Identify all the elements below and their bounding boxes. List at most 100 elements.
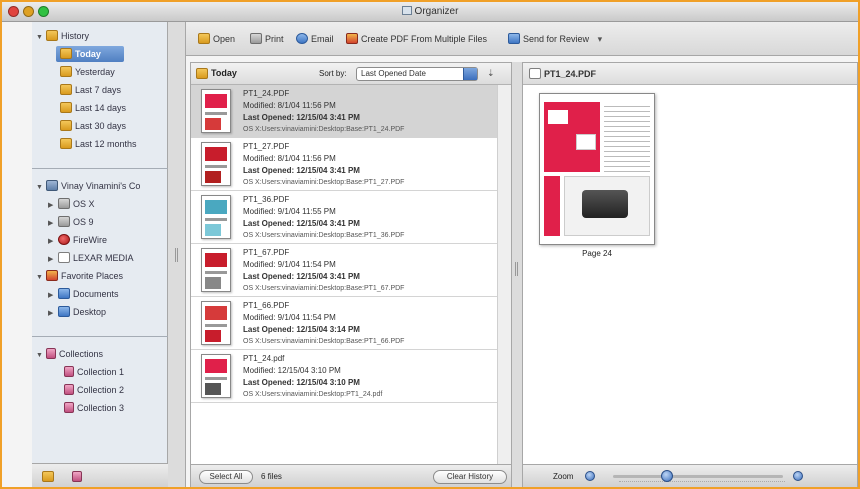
folder-icon xyxy=(60,102,72,113)
sidebar-item-lexar-media[interactable]: ▶ LEXAR MEDIA xyxy=(48,250,134,266)
sidebar-item-last-7-days[interactable]: Last 7 days xyxy=(60,82,121,98)
preview-header: PT1_24.PDF xyxy=(523,63,857,85)
select-all-button[interactable]: Select All xyxy=(199,470,253,484)
email-button[interactable]: Email xyxy=(296,32,334,47)
open-button[interactable]: Open xyxy=(198,32,235,47)
file-path: OS X:Users:vinaviamini:Desktop:Base:PT1_… xyxy=(243,126,405,133)
pdf-thumbnail xyxy=(201,142,231,186)
sidebar-splitter[interactable] xyxy=(168,22,186,487)
sidebar-item-last-30-days[interactable]: Last 30 days xyxy=(60,118,126,134)
zoom-out-icon[interactable] xyxy=(585,471,595,481)
folder-icon xyxy=(60,120,72,131)
disclosure-open-icon[interactable]: ▼ xyxy=(36,348,46,362)
thumbnail-graphic xyxy=(205,330,221,342)
disclosure-closed-icon[interactable]: ▶ xyxy=(48,198,58,212)
folder-icon xyxy=(60,84,72,95)
preview-splitter[interactable] xyxy=(512,62,522,487)
thumbnail-line xyxy=(205,377,227,380)
pdf-thumbnail xyxy=(201,248,231,292)
sidebar-item-documents[interactable]: ▶ Documents xyxy=(48,286,119,302)
organizer-window: Organizer ▼ History Today Yesterday Last … xyxy=(0,0,860,489)
file-row[interactable]: PT1_24.PDF Modified: 8/1/04 11:56 PM Last … xyxy=(191,85,511,138)
last-opened-label: Last Opened: xyxy=(243,219,295,228)
file-list-pane: Today Sort by: Last Opened Date ⇣ PT1_24… xyxy=(190,62,512,487)
last-opened-label: Last Opened: xyxy=(243,325,295,334)
send-for-review-button[interactable]: Send for Review ▾ xyxy=(508,32,602,47)
pdf-thumbnail xyxy=(201,301,231,345)
sidebar-item-firewire[interactable]: ▶ FireWire xyxy=(48,232,107,248)
disclosure-closed-icon[interactable]: ▶ xyxy=(48,216,58,230)
sidebar-item-collection-1[interactable]: Collection 1 xyxy=(64,364,124,380)
new-collection-icon[interactable] xyxy=(72,471,82,482)
sidebar-item-last-12-months[interactable]: Last 12 months xyxy=(60,136,137,152)
file-row[interactable]: PT1_36.PDF Modified: 9/1/04 11:55 PM Last … xyxy=(191,191,511,244)
zoom-ticks xyxy=(619,481,785,484)
sidebar-item-desktop[interactable]: ▶ Desktop xyxy=(48,304,106,320)
sort-direction-icon[interactable]: ⇣ xyxy=(487,68,495,79)
folder-icon xyxy=(60,138,72,149)
page-side-strip xyxy=(544,176,560,236)
sidebar-item-os-9[interactable]: ▶ OS 9 xyxy=(48,214,94,230)
sidebar-item-collection-2[interactable]: Collection 2 xyxy=(64,382,124,398)
folder-icon xyxy=(60,48,72,59)
file-last-opened: Last Opened: 12/15/04 3:41 PM xyxy=(243,271,505,283)
file-row[interactable]: PT1_27.PDF Modified: 8/1/04 11:56 PM Last … xyxy=(191,138,511,191)
page-thumbnail[interactable] xyxy=(539,93,655,245)
sidebar-item-last-14-days[interactable]: Last 14 days xyxy=(60,100,126,116)
hard-disk-icon xyxy=(58,198,70,209)
file-row-text: PT1_36.PDF Modified: 9/1/04 11:55 PM Last … xyxy=(243,194,505,242)
thumbnail-graphic xyxy=(205,171,221,183)
disclosure-open-icon[interactable]: ▼ xyxy=(36,270,46,284)
file-row[interactable]: PT1_67.PDF Modified: 9/1/04 11:54 PM Last … xyxy=(191,244,511,297)
documents-folder-icon xyxy=(58,288,70,299)
computer-icon xyxy=(46,180,58,191)
disclosure-closed-icon[interactable]: ▶ xyxy=(48,306,58,320)
sidebar-item-yesterday[interactable]: Yesterday xyxy=(60,64,115,80)
last-opened-value: 12/15/04 3:41 PM xyxy=(296,166,360,175)
last-opened-value: 12/15/04 3:41 PM xyxy=(296,113,360,122)
hard-disk-icon xyxy=(58,216,70,227)
file-count: 6 files xyxy=(261,472,282,481)
disclosure-closed-icon[interactable]: ▶ xyxy=(48,234,58,248)
file-path: OS X:Users:vinaviamini:Desktop:Base:PT1_… xyxy=(243,338,405,345)
disclosure-closed-icon[interactable]: ▶ xyxy=(48,252,58,266)
select-arrows-icon[interactable] xyxy=(463,68,477,80)
print-button[interactable]: Print xyxy=(250,32,284,47)
thumbnail-graphic xyxy=(205,94,227,108)
sort-by-select[interactable]: Last Opened Date xyxy=(356,67,478,81)
clear-history-button[interactable]: Clear History xyxy=(433,470,507,484)
folder-icon xyxy=(60,66,72,77)
zoom-slider[interactable] xyxy=(613,475,783,478)
sidebar-item-today[interactable]: Today xyxy=(56,46,124,62)
thumbnail-line xyxy=(205,271,227,274)
thumbnail-graphic xyxy=(205,277,221,289)
preview-title: PT1_24.PDF xyxy=(544,69,597,79)
create-pdf-button[interactable]: Create PDF From Multiple Files xyxy=(346,32,487,47)
zoom-label: Zoom xyxy=(553,472,574,481)
favorites-header[interactable]: ▼ Favorite Places xyxy=(36,268,123,284)
file-row[interactable]: PT1_66.PDF Modified: 9/1/04 11:54 PM Last … xyxy=(191,297,511,350)
page-photo-box xyxy=(576,134,596,150)
sidebar-item-collection-3[interactable]: Collection 3 xyxy=(64,400,124,416)
new-folder-icon[interactable] xyxy=(42,471,54,482)
collections-header[interactable]: ▼ Collections xyxy=(36,346,103,362)
zoom-in-icon[interactable] xyxy=(793,471,803,481)
organizer-icon xyxy=(401,6,412,15)
title-bar[interactable]: Organizer xyxy=(2,2,858,22)
history-header[interactable]: ▼ History xyxy=(36,28,89,44)
sidebar-item-os-x[interactable]: ▶ OS X xyxy=(48,196,95,212)
disclosure-open-icon[interactable]: ▼ xyxy=(36,30,46,44)
splitter-grip-icon[interactable] xyxy=(515,262,518,276)
file-modified: Modified: 9/1/04 11:54 PM xyxy=(243,260,336,269)
toolbar: Open Print Email Create PDF From Multipl… xyxy=(186,22,858,56)
disclosure-open-icon[interactable]: ▼ xyxy=(36,180,46,194)
page-label: Page 24 xyxy=(582,249,612,258)
disclosure-closed-icon[interactable]: ▶ xyxy=(48,288,58,302)
file-list-scrollbar[interactable] xyxy=(497,85,511,465)
file-name: PT1_24.pdf xyxy=(243,354,285,363)
computer-header[interactable]: ▼ Vinay Vinamini's Co xyxy=(36,178,140,194)
splitter-grip-icon[interactable] xyxy=(175,248,178,262)
dropdown-arrow-icon[interactable]: ▾ xyxy=(598,34,603,44)
file-row[interactable]: PT1_24.pdf Modified: 12/15/04 3:10 PM Last… xyxy=(191,350,511,403)
file-path: OS X:Users:vinaviamini:Desktop:PT1_24.pd… xyxy=(243,391,383,398)
